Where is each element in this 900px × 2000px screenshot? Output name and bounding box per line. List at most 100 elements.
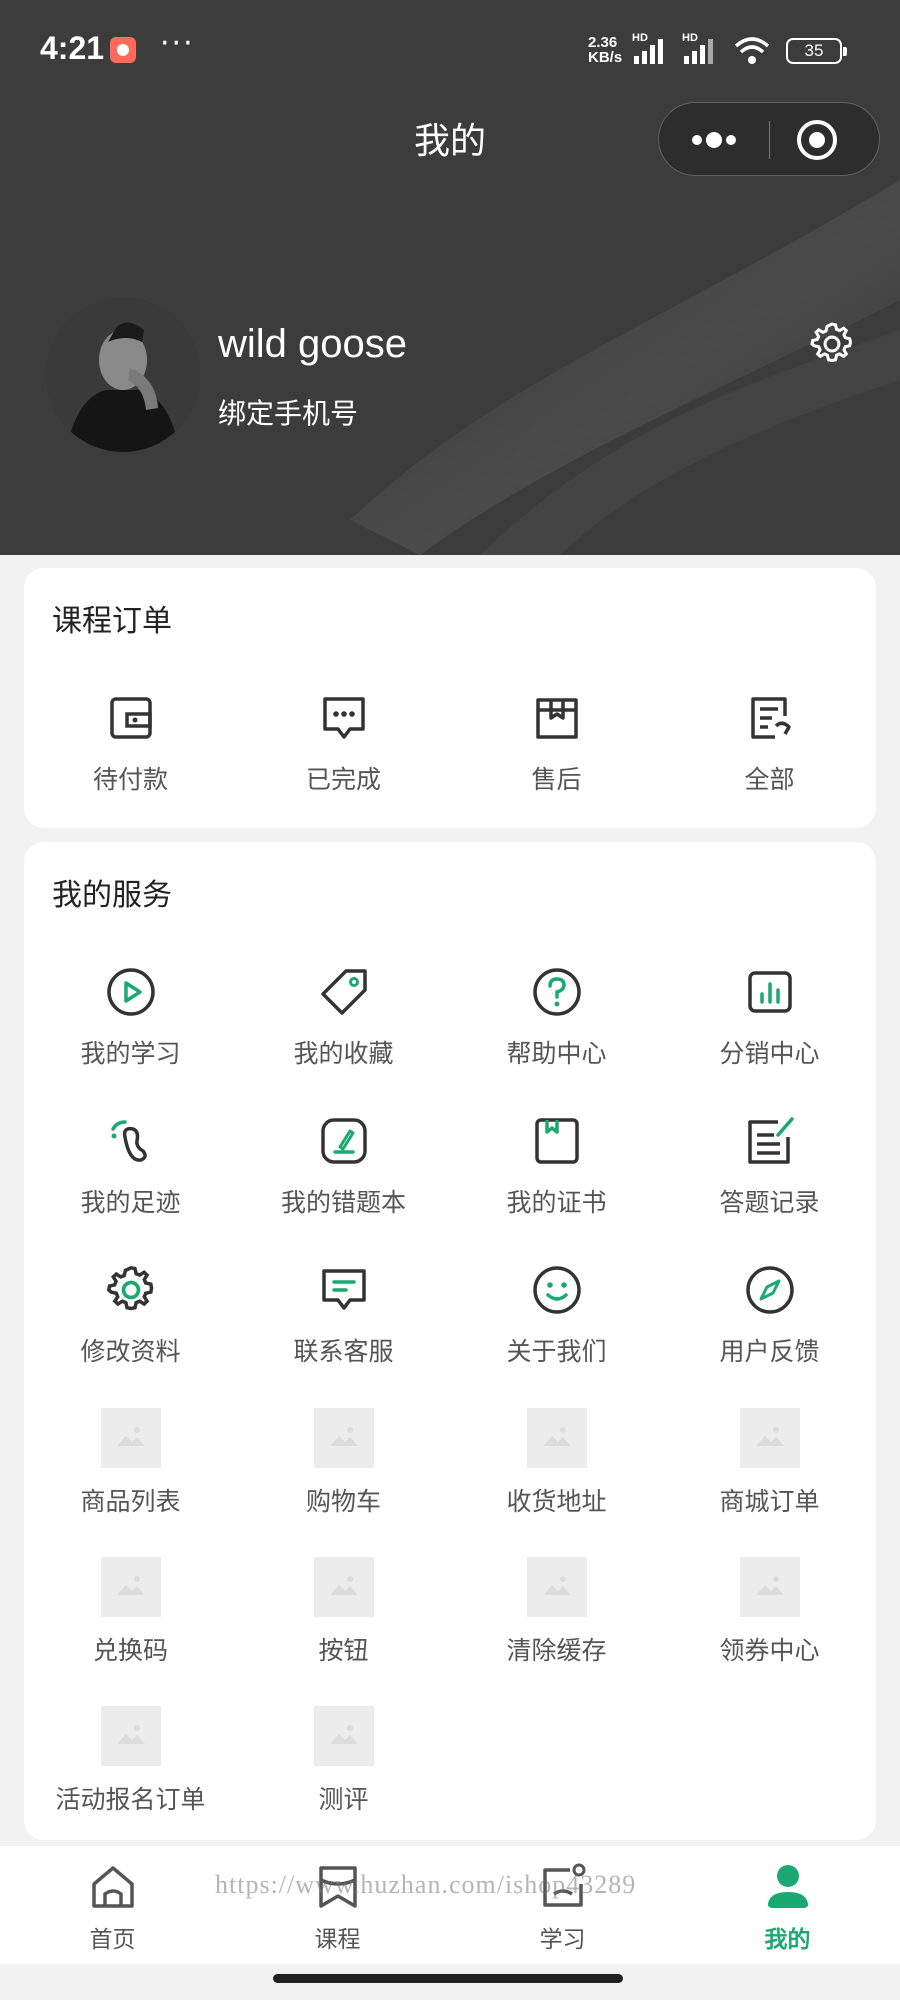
tab-courses[interactable]: 课程 [225,1846,450,1964]
home-indicator[interactable] [273,1974,623,1983]
service-about-us[interactable]: 关于我们 [450,1262,663,1368]
service-label: 修改资料 [80,1337,181,1366]
my-services-title: 我的服务 [52,878,172,913]
service-label: 我的错题本 [280,1188,406,1217]
service-label: 关于我们 [506,1337,607,1366]
service-answer-records[interactable]: 答题记录 [663,1113,876,1219]
svg-text:HD: HD [682,32,698,44]
home-icon [91,1866,134,1908]
service-label: 商城订单 [719,1487,820,1516]
order-pending-payment[interactable]: 待付款 [24,690,237,796]
compass-icon [745,1266,794,1314]
service-label: 我的证书 [506,1188,607,1217]
service-mall-orders[interactable]: 商城订单 [663,1408,876,1518]
order-label: 售后 [531,765,582,794]
message-icon [321,1269,366,1310]
image-placeholder-icon [526,1557,587,1617]
order-after-sales[interactable]: 售后 [450,690,663,796]
tab-label: 首页 [89,1927,136,1953]
service-certificates[interactable]: 我的证书 [450,1113,663,1219]
smile-icon [532,1266,581,1314]
service-label: 收货地址 [506,1487,607,1516]
status-more-icon: ··· [160,26,195,61]
settings-button[interactable] [806,318,858,370]
box-icon [535,698,578,739]
service-clear-cache[interactable]: 清除缓存 [450,1557,663,1667]
service-mistake-book[interactable]: 我的错题本 [237,1113,450,1219]
service-distribution-center[interactable]: 分销中心 [663,964,876,1070]
service-favorites[interactable]: 我的收藏 [237,964,450,1070]
service-product-list[interactable]: 商品列表 [24,1408,237,1518]
service-label: 答题记录 [719,1188,820,1217]
capsule-close-button[interactable] [770,103,880,177]
bind-phone-link[interactable]: 绑定手机号 [218,392,358,432]
svg-text:HD: HD [632,32,648,44]
tab-label: 学习 [539,1927,586,1953]
course-orders-card: 课程订单 待付款 已完成 售后 全部 [24,568,876,828]
edit-icon [320,1118,367,1164]
service-label: 用户反馈 [719,1337,820,1366]
username: wild goose [218,322,408,366]
service-edit-profile[interactable]: 修改资料 [24,1262,237,1368]
miniprogram-capsule [658,102,880,176]
footprint-icon [110,1120,147,1162]
service-button[interactable]: 按钮 [237,1557,450,1667]
service-label: 活动报名订单 [55,1785,206,1814]
capsule-more-button[interactable] [659,103,769,177]
help-icon [532,968,581,1016]
watermark-text: https://www.huzhan.com/ishop43289 [215,1870,637,1899]
battery-icon: 35 [786,38,847,64]
service-my-learning[interactable]: 我的学习 [24,964,237,1070]
avatar[interactable] [46,298,200,452]
tab-mine[interactable]: 我的 [675,1846,900,1964]
service-contact-support[interactable]: 联系客服 [237,1262,450,1368]
notification-app-icon [110,37,136,63]
chat-dots-icon [322,697,365,739]
profile-header: 4:21 ··· 2.36 KB/s HD HD 35 我的 wild goos… [0,0,900,555]
network-speed-unit: KB/s [588,49,623,66]
order-label: 已完成 [305,765,381,794]
service-shipping-address[interactable]: 收货地址 [450,1408,663,1518]
tab-label: 我的 [764,1927,811,1953]
service-label: 联系客服 [293,1337,394,1366]
gear-icon [810,322,852,363]
bookmark-icon [534,1118,579,1164]
service-shopping-cart[interactable]: 购物车 [237,1408,450,1518]
service-label: 测评 [318,1785,369,1814]
service-label: 分销中心 [719,1039,820,1068]
play-icon [106,968,155,1016]
wallet-icon [109,697,152,739]
service-label: 领券中心 [719,1636,820,1665]
order-label: 待付款 [92,765,168,794]
gear-icon [106,1266,153,1311]
service-label: 我的学习 [80,1039,181,1068]
order-all[interactable]: 全部 [663,690,876,796]
tab-home[interactable]: 首页 [0,1846,225,1964]
order-label: 全部 [744,765,795,794]
order-completed[interactable]: 已完成 [237,690,450,796]
service-redeem-code[interactable]: 兑换码 [24,1557,237,1667]
service-footprints[interactable]: 我的足迹 [24,1113,237,1219]
signal-icon: HD HD [632,32,770,64]
bottom-tab-bar: 首页 课程 学习 我的 [0,1846,900,1964]
service-label: 按钮 [318,1636,369,1665]
service-label: 购物车 [305,1487,381,1516]
service-feedback[interactable]: 用户反馈 [663,1262,876,1368]
tag-icon [320,969,367,1015]
image-placeholder-icon [100,1408,161,1468]
bar-chart-icon [747,971,792,1013]
tab-study[interactable]: 学习 [450,1846,675,1964]
service-coupon-center[interactable]: 领券中心 [663,1557,876,1667]
service-assessment[interactable]: 测评 [237,1706,450,1816]
service-event-registration-orders[interactable]: 活动报名订单 [24,1706,237,1816]
service-label: 我的足迹 [80,1188,181,1217]
image-placeholder-icon [313,1706,374,1766]
service-label: 帮助中心 [506,1039,607,1068]
service-label: 兑换码 [92,1636,168,1665]
service-help-center[interactable]: 帮助中心 [450,964,663,1070]
image-placeholder-icon [100,1706,161,1766]
tab-label: 课程 [314,1927,361,1953]
status-bar: 4:21 ··· 2.36 KB/s HD HD 35 [0,0,900,100]
image-placeholder-icon [100,1557,161,1617]
avatar-photo [46,298,200,452]
